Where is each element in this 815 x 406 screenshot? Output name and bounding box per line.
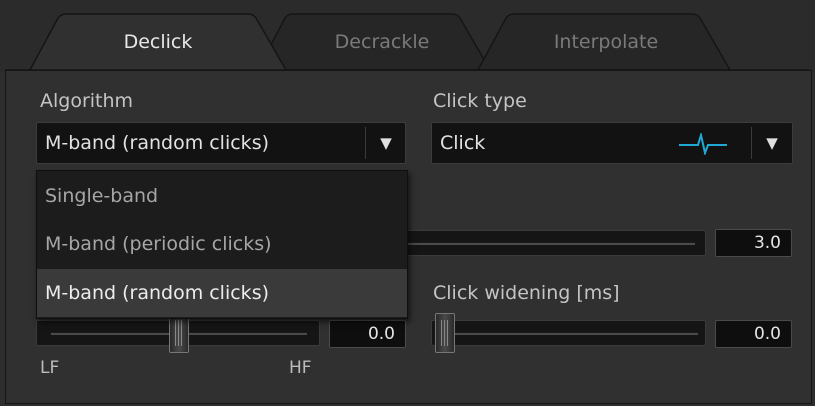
algorithm-option-m-band-periodic[interactable]: M-band (periodic clicks) bbox=[37, 220, 407, 268]
click-widening-slider-thumb[interactable] bbox=[435, 313, 455, 353]
click-type-label: Click type bbox=[433, 90, 527, 112]
algorithm-option-single-band[interactable]: Single-band bbox=[37, 172, 407, 220]
algorithm-dropdown-list: Single-band M-band (periodic clicks) M-b… bbox=[36, 170, 408, 319]
frequency-skew-value-field[interactable]: 0.0 bbox=[329, 320, 406, 348]
tab-declick[interactable]: Declick bbox=[60, 28, 256, 56]
sensitivity-slider[interactable] bbox=[400, 230, 706, 256]
click-type-selected-value: Click bbox=[440, 132, 486, 154]
click-widening-value-field[interactable]: 0.0 bbox=[715, 320, 792, 348]
sensitivity-slider-track bbox=[405, 242, 695, 245]
click-widening-slider-track bbox=[446, 332, 698, 335]
algorithm-select[interactable]: M-band (random clicks) ▼ bbox=[36, 122, 406, 164]
tab-bar: Declick Decrackle Interpolate bbox=[0, 0, 815, 72]
click-widening-slider[interactable] bbox=[431, 320, 706, 346]
divider bbox=[751, 127, 752, 159]
frequency-skew-slider-thumb[interactable] bbox=[169, 313, 189, 353]
high-frequency-label: HF bbox=[289, 358, 312, 378]
sensitivity-value-field[interactable]: 3.0 bbox=[715, 229, 792, 257]
dropdown-arrow-icon[interactable]: ▼ bbox=[757, 123, 787, 163]
click-waveform-icon bbox=[679, 133, 727, 155]
declick-module-window: Declick Decrackle Interpolate Algorithm … bbox=[0, 0, 815, 406]
low-frequency-label: LF bbox=[40, 358, 60, 378]
algorithm-option-m-band-random[interactable]: M-band (random clicks) bbox=[37, 269, 407, 317]
tab-interpolate[interactable]: Interpolate bbox=[508, 28, 704, 56]
algorithm-label: Algorithm bbox=[40, 90, 134, 112]
dropdown-arrow-icon[interactable]: ▼ bbox=[371, 123, 401, 163]
click-type-select[interactable]: Click ▼ bbox=[431, 122, 793, 164]
tab-decrackle[interactable]: Decrackle bbox=[284, 28, 480, 56]
click-widening-label: Click widening [ms] bbox=[433, 282, 620, 304]
divider bbox=[365, 127, 366, 159]
algorithm-selected-value: M-band (random clicks) bbox=[45, 132, 270, 154]
